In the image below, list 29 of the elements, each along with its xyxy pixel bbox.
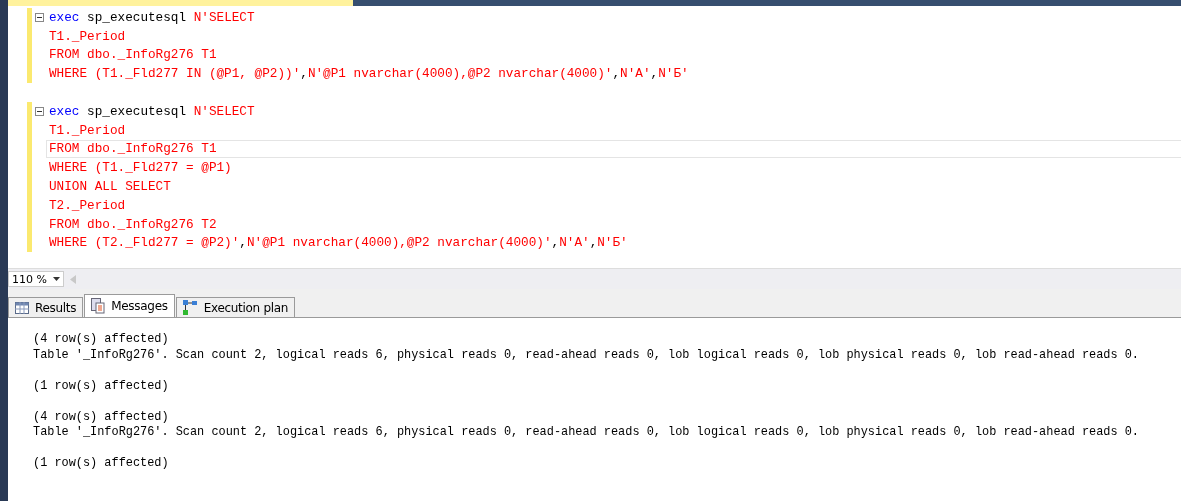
code-line: FROM dbo._InfoRg276 T1 xyxy=(48,46,218,65)
message-line: (4 row(s) affected) xyxy=(33,332,170,348)
code-line: FROM dbo._InfoRg276 T1 xyxy=(46,139,1181,159)
code-line: UNION ALL SELECT xyxy=(48,178,172,196)
message-line: (1 row(s) affected) xyxy=(33,378,170,394)
message-line: Table '_InfoRg276'. Scan count 2, logical reads 6, physical reads 0, read-ahead reads 0, lob logical reads 0, lob physical reads 0, lob read-ahead reads 0. xyxy=(33,347,1140,363)
code-line: exec sp_executesql N'SELECT xyxy=(48,8,256,27)
collapse-icon[interactable] xyxy=(34,12,44,22)
code-line: T2._Period xyxy=(48,196,127,215)
code-line: FROM dbo._InfoRg276 T2 xyxy=(48,215,218,234)
result-tab[interactable]: Results xyxy=(8,297,84,317)
collapse-icon[interactable] xyxy=(34,106,44,116)
caret-icon xyxy=(53,277,60,281)
result-tab[interactable]: Execution plan xyxy=(175,297,296,317)
code-line: exec sp_executesql N'SELECT xyxy=(48,102,256,121)
message-line: (1 row(s) affected) xyxy=(33,456,170,472)
document-icon xyxy=(91,298,106,314)
code-line: WHERE (T1._Fld277 IN (@P1, @P2))',N'@P1 nvarchar(4000),@P2 nvarchar(4000)',N'А',N'Б' xyxy=(48,65,690,84)
code-line: T1._Period xyxy=(48,27,127,46)
code-line: WHERE (T1._Fld277 = @P1) xyxy=(48,159,233,178)
zoom-dropdown[interactable]: 110 % xyxy=(8,271,64,287)
message-line: Table '_InfoRg276'. Scan count 2, logical reads 6, physical reads 0, read-ahead reads 0, lob logical reads 0, lob physical reads 0, lob read-ahead reads 0. xyxy=(33,425,1140,441)
plan-icon xyxy=(182,299,198,316)
result-tab[interactable]: Messages xyxy=(84,294,175,317)
scroll-left-icon[interactable] xyxy=(70,274,76,284)
code-line: WHERE (T2._Fld277 = @P2)',N'@P1 nvarchar(4000),@P2 nvarchar(4000)',N'А',N'Б' xyxy=(48,234,629,253)
code-line: T1._Period xyxy=(48,121,127,140)
grid-icon xyxy=(15,301,29,314)
message-line: (4 row(s) affected) xyxy=(33,409,170,425)
